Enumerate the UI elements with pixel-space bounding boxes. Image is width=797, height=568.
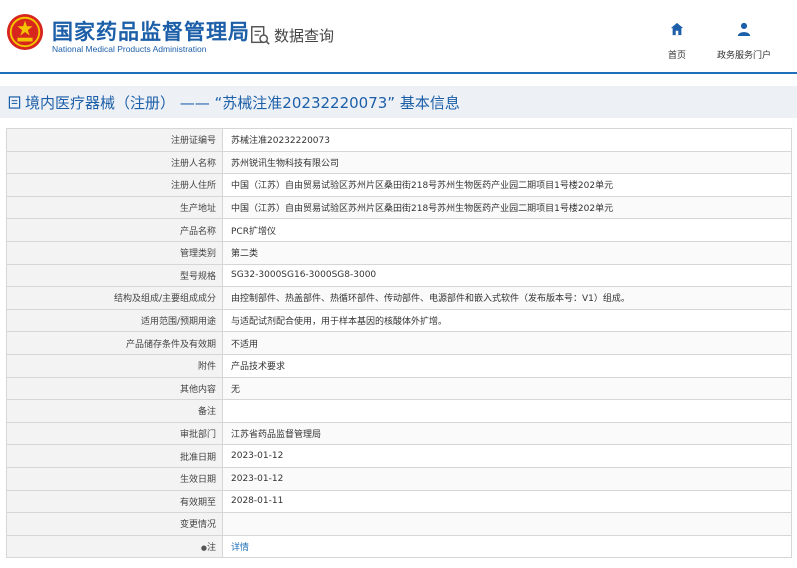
agency-name-cn[interactable]: 国家药品监督管理局 (52, 16, 250, 46)
table-row: 备注 (6, 399, 792, 423)
row-value: 苏械注准20232220073 (222, 128, 792, 152)
row-value: 无 (222, 376, 792, 401)
table-row: 管理类别 第二类 (6, 240, 792, 265)
table-row: 生效日期 2023-01-12 (6, 466, 792, 491)
row-label-note: ●注 (6, 534, 223, 559)
row-label: 注册人名称 (6, 150, 223, 175)
table-row: 注册人名称 苏州锐讯生物科技有限公司 (6, 150, 792, 175)
table-row: 有效期至 2028-01-11 (6, 489, 792, 514)
table-row: 附件 产品技术要求 (6, 353, 792, 378)
table-row: 注册证编号 苏械注准20232220073 (6, 128, 792, 152)
table-row: ●注 详情 (6, 534, 792, 559)
row-value: 不适用 (222, 331, 792, 355)
row-label: 生效日期 (6, 466, 223, 491)
nav-service-portal[interactable]: 政务服务门户 (712, 22, 776, 61)
row-label: 适用范围/预期用途 (6, 308, 223, 333)
table-row: 适用范围/预期用途 与适配试剂配合使用，用于样本基因的核酸体外扩增。 (6, 308, 792, 333)
site-header: 国家药品监督管理局 National Medical Products Admi… (0, 0, 797, 74)
data-query-link[interactable]: 数据查询 (249, 22, 334, 48)
row-value: 江苏省药品监督管理局 (222, 421, 792, 446)
page-title-bar: 境内医疗器械（注册） —— “苏械注准20232220073” 基本信息 (0, 86, 797, 118)
row-label: 结构及组成/主要组成成分 (6, 286, 223, 310)
nav-service-label: 政务服务门户 (716, 51, 771, 61)
data-query-label: 数据查询 (274, 26, 335, 45)
registration-info-table: 注册证编号 苏械注准20232220073 注册人名称 苏州锐讯生物科技有限公司 注… (6, 128, 792, 559)
row-label: 附件 (6, 353, 223, 378)
row-label: 批准日期 (6, 444, 223, 468)
document-search-icon (251, 26, 270, 45)
row-label: 变更情况 (6, 512, 223, 536)
row-label: 产品名称 (6, 218, 223, 242)
row-value: 中国（江苏）自由贸易试验区苏州片区桑田街218号苏州生物医药产业园二期项目1号楼… (222, 173, 792, 197)
row-value: 产品技术要求 (222, 353, 792, 378)
agency-name-en[interactable]: National Medical Products Administration (52, 44, 207, 54)
table-row: 产品储存条件及有效期 不适用 (6, 331, 792, 355)
table-row: 产品名称 PCR扩增仪 (6, 218, 792, 242)
row-label: 有效期至 (6, 489, 223, 514)
row-value: 2023-01-12 (222, 466, 792, 491)
table-row: 生产地址 中国（江苏）自由贸易试验区苏州片区桑田街218号苏州生物医药产业园二期项… (6, 195, 792, 220)
row-value: 2023-01-12 (222, 444, 792, 468)
table-row: 注册人住所 中国（江苏）自由贸易试验区苏州片区桑田街218号苏州生物医药产业园二期… (6, 173, 792, 197)
row-label: 产品储存条件及有效期 (6, 331, 223, 355)
national-emblem-icon (6, 13, 44, 51)
table-row: 型号规格 SG32-3000SG16-3000SG8-3000 (6, 263, 792, 288)
table-row: 变更情况 (6, 512, 792, 536)
table-row: 其他内容无 (6, 376, 792, 401)
nav-home[interactable]: 首页 (660, 22, 694, 61)
row-label: 生产地址 (6, 195, 223, 220)
row-label: 审批部门 (6, 421, 223, 446)
row-value: 2028-01-11 (222, 489, 792, 514)
row-value: 苏州锐讯生物科技有限公司 (222, 150, 792, 175)
row-value: 第二类 (222, 240, 792, 265)
note-label: 注 (206, 542, 216, 553)
row-label: 注册证编号 (6, 128, 223, 152)
row-value: 与适配试剂配合使用，用于样本基因的核酸体外扩增。 (222, 308, 792, 333)
row-label: 管理类别 (6, 240, 223, 265)
user-icon (737, 22, 751, 36)
document-icon (8, 95, 21, 109)
table-row: 审批部门 江苏省药品监督管理局 (6, 421, 792, 446)
row-value (222, 399, 792, 423)
row-label: 其他内容 (6, 376, 223, 401)
table-row: 结构及组成/主要组成成分 由控制部件、热盖部件、热循环部件、传动部件、电源部件和嵌… (6, 286, 792, 310)
row-value: 详情 (222, 534, 792, 559)
nav-home-label: 首页 (667, 51, 686, 61)
table-row: 批准日期 2023-01-12 (6, 444, 792, 468)
row-label: 注册人住所 (6, 173, 223, 197)
row-label: 型号规格 (6, 263, 223, 288)
row-value: 由控制部件、热盖部件、热循环部件、传动部件、电源部件和嵌入式软件（发布版本号：V… (222, 286, 792, 310)
row-value: 中国（江苏）自由贸易试验区苏州片区桑田街218号苏州生物医药产业园二期项目1号楼… (222, 195, 792, 220)
row-value: SG32-3000SG16-3000SG8-3000 (222, 263, 792, 288)
page-title: 境内医疗器械（注册） —— “苏械注准20232220073” 基本信息 (25, 93, 460, 112)
row-value (222, 512, 792, 536)
row-label: 备注 (6, 399, 223, 423)
row-value: PCR扩增仪 (222, 218, 792, 242)
detail-link[interactable]: 详情 (231, 543, 249, 553)
home-icon (670, 22, 684, 36)
